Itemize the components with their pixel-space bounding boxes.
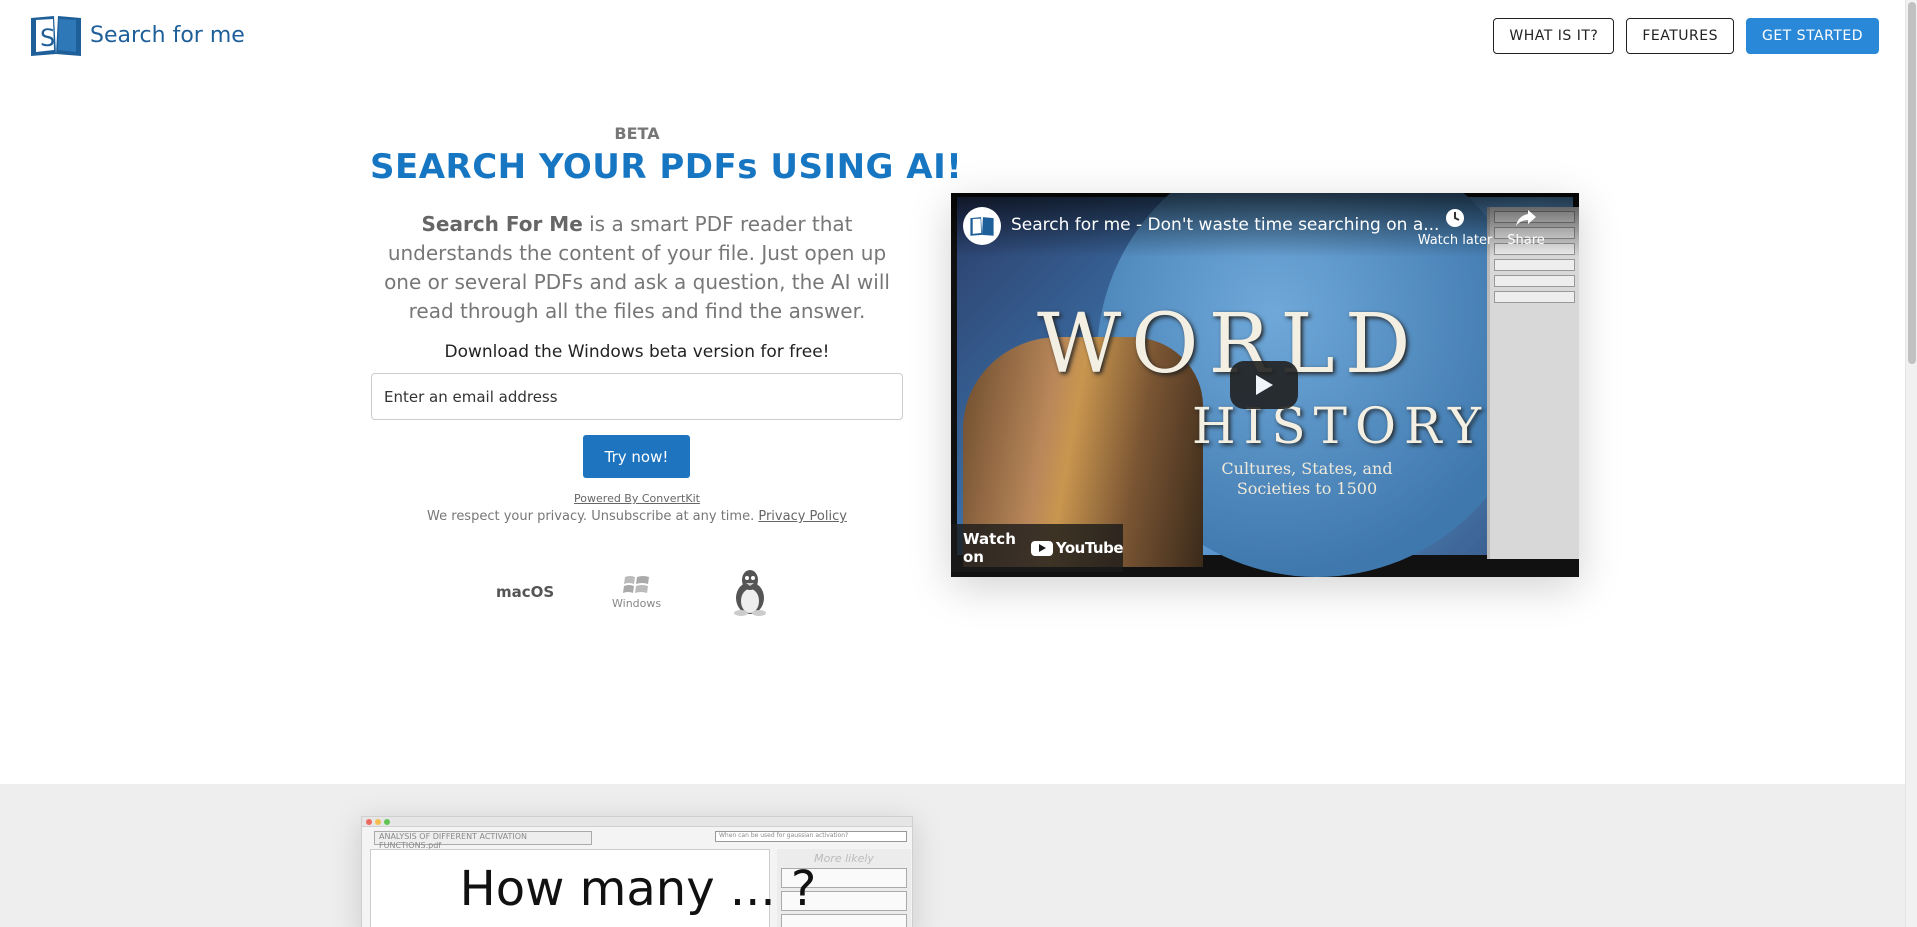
try-now-button[interactable]: Try now! [583, 435, 690, 478]
logo-text: Search for me [90, 22, 245, 48]
windows-logo: Windows [612, 573, 661, 610]
channel-avatar[interactable] [963, 207, 1001, 245]
scrollbar-thumb[interactable] [1908, 2, 1916, 364]
play-icon [1256, 375, 1273, 395]
svg-text:S: S [40, 24, 55, 52]
privacy-text: We respect your privacy. Unsubscribe at … [427, 509, 755, 524]
windows-label: Windows [612, 597, 662, 610]
watch-on-youtube-button[interactable]: Watch on YouTube [951, 524, 1124, 572]
intro-text: Search For Me is a smart PDF reader that… [370, 210, 904, 326]
beta-label: BETA [614, 124, 660, 143]
watch-later-label: Watch later [1417, 233, 1493, 248]
top-nav: WHAT IS IT? FEATURES GET STARTED [1493, 18, 1879, 54]
play-button[interactable] [1230, 361, 1298, 409]
features-section [0, 784, 1905, 927]
intro-brand: Search For Me [421, 212, 583, 236]
app-pdf-tab: ANALYSIS OF DIFFERENT ACTIVATION FUNCTIO… [374, 831, 592, 850]
nav-get-started-button[interactable]: GET STARTED [1745, 18, 1879, 54]
how-many-overlay: How many ... ? [459, 861, 817, 917]
app-question-field: When can be used for gaussian activation… [715, 831, 907, 842]
youtube-play-icon [1030, 540, 1053, 556]
nav-what-is-it-button[interactable]: WHAT IS IT? [1493, 18, 1615, 54]
thumbnail-subtitle: Cultures, States, and Societies to 1500 [1221, 459, 1393, 498]
linux-logo [730, 568, 770, 616]
powered-by-link[interactable]: Powered By ConvertKit [370, 492, 904, 505]
page-headline: SEARCH YOUR PDFs USING AI! [370, 147, 963, 187]
app-screenshot: ANALYSIS OF DIFFERENT ACTIVATION FUNCTIO… [361, 816, 913, 927]
privacy-policy-link[interactable]: Privacy Policy [758, 509, 847, 524]
watch-on-label: Watch on [963, 530, 1016, 566]
clock-icon [1446, 209, 1464, 227]
youtube-wordmark: YouTube [1055, 539, 1124, 557]
site-logo[interactable]: S Search for me [28, 12, 245, 58]
page-scrollbar[interactable] [1905, 0, 1917, 927]
video-title[interactable]: Search for me - Don't waste time searchi… [1011, 215, 1439, 235]
email-input[interactable] [371, 373, 903, 420]
app-titlebar [362, 817, 912, 827]
windows-flag-icon [622, 576, 649, 593]
tux-penguin-icon [734, 570, 766, 616]
share-button[interactable]: Share [1501, 207, 1551, 248]
book-logo-icon: S [31, 16, 81, 56]
youtube-logo: YouTube [1030, 539, 1124, 557]
nav-features-button[interactable]: FEATURES [1626, 18, 1734, 54]
macos-logo: macOS [496, 583, 555, 601]
thumbnail-side-panel [1487, 207, 1579, 559]
share-arrow-icon [1516, 210, 1536, 226]
channel-book-icon [970, 217, 994, 236]
privacy-notice: We respect your privacy. Unsubscribe at … [370, 509, 904, 524]
thumbnail-title-world: WORLD [1037, 297, 1421, 392]
download-text: Download the Windows beta version for fr… [444, 342, 830, 362]
youtube-video-embed[interactable]: WORLD HISTORY Cultures, States, and Soci… [951, 193, 1579, 577]
share-label: Share [1507, 233, 1545, 248]
watch-later-button[interactable]: Watch later [1417, 207, 1493, 248]
